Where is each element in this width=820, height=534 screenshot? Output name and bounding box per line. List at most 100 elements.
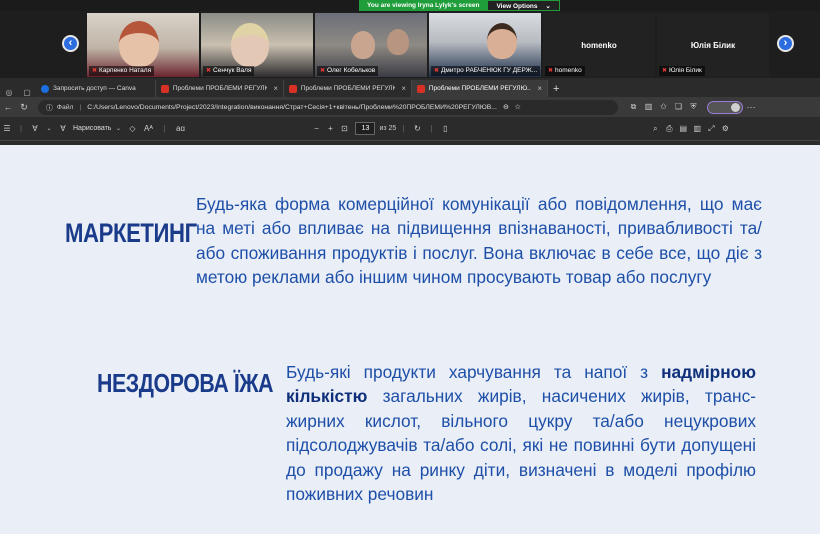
highlight-icon[interactable]: ∀ (28, 124, 42, 133)
chevron-right-icon: › (783, 37, 788, 49)
previous-participants-button[interactable]: ‹ (62, 35, 79, 52)
participant-tile[interactable]: ✖ Олег Кобельков (315, 13, 427, 77)
mic-muted-icon: ✖ (662, 68, 668, 74)
mic-muted-icon: ✖ (92, 68, 98, 74)
eraser-icon[interactable]: ◇ (125, 124, 139, 133)
contents-icon[interactable]: ☰ (0, 124, 14, 133)
participant-tile[interactable]: ✖ Карпенко Наталя (87, 13, 199, 77)
extension-icon[interactable]: ⧉ (626, 102, 641, 112)
tab-pdf-active[interactable]: Проблеми ПРОБЛЕМИ РЕГУЛЮ... × (412, 80, 548, 97)
chevron-down-icon[interactable]: ⌄ (42, 125, 56, 132)
security-icon[interactable]: ⛨ (686, 102, 701, 112)
zoom-icon[interactable]: ⊖ (503, 103, 509, 111)
definition-text: Будь-які продукти харчування та напої з (286, 362, 662, 382)
next-participants-button[interactable]: › (777, 35, 794, 52)
participant-video (231, 23, 269, 67)
tab-pdf-2[interactable]: Проблеми ПРОБЛЕМИ РЕГУЛЮ... × (284, 80, 412, 97)
separator: | (19, 124, 23, 133)
participant-video (351, 31, 375, 59)
search-icon[interactable]: ⌕ (648, 124, 662, 134)
pdf-icon (161, 84, 169, 93)
browser-tab-bar: ◎ ▢ Запросить доступ — Canva Проблеми ПР… (0, 78, 820, 97)
participant-tile-label: Юлія Білик (690, 41, 736, 50)
pdf-toolbar: ☰ | ∀ ⌄ ∀ Нарисовать ⌄ ◇ Aᴬ | aɑ − + ⊡ 1… (0, 117, 820, 141)
participant-tile-label: homenko (581, 41, 617, 50)
mic-muted-icon: ✖ (206, 68, 212, 74)
fit-page-icon[interactable]: ⊡ (337, 124, 351, 133)
plus-icon: + (553, 82, 560, 95)
definition-marketing: Будь-яка форма комерційної комунікації а… (196, 194, 762, 288)
participant-video (487, 23, 517, 59)
more-menu-icon[interactable]: ⋯ (743, 102, 759, 113)
address-bar-row: ← ↻ ⓘ Файл | C:/Users/Lenovo/Documents/P… (0, 97, 820, 117)
close-tab-icon[interactable]: × (273, 84, 278, 93)
participant-tile[interactable]: ✖ Дмитро РАБЧЕНЮК ГУ ДЕРЖ... (429, 13, 541, 77)
save-icon[interactable]: ▤ (676, 124, 690, 133)
participant-video (119, 21, 159, 67)
back-arrow-icon[interactable]: ← (0, 102, 16, 112)
mic-muted-icon: ✖ (434, 68, 440, 74)
tab-label: Проблеми ПРОБЛЕМИ РЕГУЛЮ... (172, 85, 268, 92)
participant-strip: ‹ ✖ Карпенко Наталя ✖ Сенчук Валя ✖ Олег Ко… (0, 11, 820, 78)
profile-button[interactable] (707, 100, 743, 114)
participant-name: ✖ Сенчук Валя (203, 66, 255, 76)
rotate-icon[interactable]: ↻ (410, 124, 424, 133)
tab-actions-icon[interactable]: ▢ (18, 88, 36, 97)
close-tab-icon[interactable]: × (401, 84, 406, 93)
favorite-star-icon[interactable]: ☆ (515, 103, 521, 111)
translate-icon[interactable]: aɑ (171, 124, 189, 133)
separator: | (79, 103, 82, 111)
page-view-icon[interactable]: ▯ (438, 124, 452, 133)
refresh-icon[interactable]: ↻ (16, 102, 32, 113)
chevron-left-icon: ‹ (68, 37, 73, 49)
participant-name: ✖ Юлія Білик (659, 66, 705, 76)
zoom-in-button[interactable]: + (323, 124, 337, 133)
participant-tile[interactable]: ✖ Сенчук Валя (201, 13, 313, 77)
participant-name: ✖ homenko (545, 66, 585, 76)
viewing-screen-text: You are viewing Iryna Lylyk's screen (359, 0, 488, 11)
mic-muted-icon: ✖ (320, 68, 326, 74)
term-marketing: МАРКЕТИНГ (65, 218, 197, 248)
participant-name: ✖ Дмитро РАБЧЕНЮК ГУ ДЕРЖ... (431, 66, 541, 76)
tab-label: Проблеми ПРОБЛЕМИ РЕГУЛЮ... (300, 85, 396, 92)
tab-canva[interactable]: Запросить доступ — Canva (36, 80, 156, 97)
pdf-icon (417, 84, 425, 93)
definition-unhealthy-food: Будь-які продукти харчування та напої з … (286, 360, 756, 506)
gear-icon[interactable]: ⚙ (718, 124, 732, 133)
tab-pdf-1[interactable]: Проблеми ПРОБЛЕМИ РЕГУЛЮ... × (156, 80, 284, 97)
zoom-out-button[interactable]: − (309, 124, 323, 133)
read-aloud-icon[interactable]: Aᴬ (139, 124, 157, 133)
favorites-icon[interactable]: ✩ (656, 102, 671, 112)
page-number-input[interactable]: 13 (355, 122, 376, 135)
screen-share-banner: You are viewing Iryna Lylyk's screen Vie… (359, 0, 560, 11)
print-icon[interactable]: ⎙ (662, 124, 676, 134)
term-unhealthy-food: НЕЗДОРОВА ЇЖА (97, 368, 274, 398)
tab-label: Запросить доступ — Canva (53, 85, 136, 92)
participant-name: ✖ Карпенко Наталя (89, 66, 155, 76)
participant-tile[interactable]: homenko ✖ homenko (543, 13, 655, 77)
collections-icon[interactable]: ❏ (671, 102, 686, 112)
save-as-icon[interactable]: ▥ (690, 124, 704, 133)
browser-toolbar-icons: ⧉ ▥ ✩ ❏ ⛨ (626, 102, 701, 112)
separator: | (402, 124, 405, 133)
split-screen-icon[interactable]: ▥ (641, 102, 656, 112)
draw-icon[interactable]: ∀ (56, 124, 70, 133)
scheme-label: Файл (56, 103, 74, 111)
canva-icon (41, 84, 49, 93)
view-options-label: View Options (496, 3, 538, 10)
chevron-down-icon[interactable]: ⌄ (111, 125, 125, 132)
close-tab-icon[interactable]: × (537, 84, 542, 93)
view-options-button[interactable]: View Options ⌄ (487, 0, 560, 11)
avatar (731, 102, 740, 112)
address-bar[interactable]: ⓘ Файл | C:/Users/Lenovo/Documents/Proje… (38, 99, 618, 115)
expand-icon[interactable]: ⤢ (704, 124, 718, 134)
participant-tile[interactable]: Юлія Білик ✖ Юлія Білик (657, 13, 769, 77)
url-path: C:/Users/Lenovo/Documents/Project/2023/I… (87, 103, 497, 111)
mic-muted-icon: ✖ (548, 68, 554, 74)
workspaces-icon[interactable]: ◎ (0, 88, 18, 97)
draw-label[interactable]: Нарисовать (73, 125, 111, 132)
page-total-label: из 25 (379, 125, 397, 132)
chevron-down-icon: ⌄ (545, 3, 551, 10)
new-tab-button[interactable]: + (548, 80, 564, 97)
separator: | (163, 124, 166, 133)
